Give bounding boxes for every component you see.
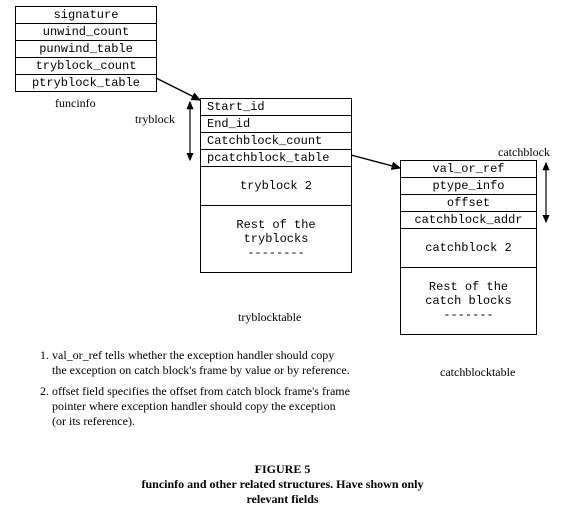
arrow-tryblock-to-catchblock bbox=[351, 155, 400, 168]
funcinfo-field: unwind_count bbox=[16, 24, 156, 41]
funcinfo-box: signature unwind_count punwind_table try… bbox=[15, 6, 157, 92]
tryblock-field: Catchblock_count bbox=[201, 133, 351, 150]
tryblock-field: End_id bbox=[201, 116, 351, 133]
tryblock-slot2: tryblock 2 bbox=[201, 167, 351, 206]
tryblock-field: Start_id bbox=[201, 99, 351, 116]
tryblocktable-label: tryblocktable bbox=[238, 310, 301, 325]
note-item: offset field specifies the offset from c… bbox=[52, 384, 350, 429]
tryblock-label: tryblock bbox=[135, 112, 175, 127]
tryblock-box: Start_id End_id Catchblock_count pcatchb… bbox=[200, 98, 352, 273]
tryblock-field: pcatchblock_table bbox=[201, 150, 351, 167]
note-item: val_or_ref tells whether the exception h… bbox=[52, 348, 350, 378]
catchblock-label: catchblock bbox=[498, 145, 550, 160]
funcinfo-field: tryblock_count bbox=[16, 58, 156, 75]
funcinfo-field: ptryblock_table bbox=[16, 75, 156, 91]
caption-title: FIGURE 5 bbox=[0, 462, 565, 477]
arrow-funcinfo-to-tryblock bbox=[156, 78, 200, 100]
funcinfo-label: funcinfo bbox=[55, 96, 96, 111]
catchblock-slot2: catchblock 2 bbox=[401, 229, 536, 268]
catchblock-field: catchblock_addr bbox=[401, 212, 536, 229]
catchblocktable-label: catchblocktable bbox=[440, 365, 515, 380]
funcinfo-field: signature bbox=[16, 7, 156, 24]
catchblock-rest: Rest of the catch blocks ------- bbox=[401, 268, 536, 334]
catchblock-box: val_or_ref ptype_info offset catchblock_… bbox=[400, 160, 537, 335]
funcinfo-field: punwind_table bbox=[16, 41, 156, 58]
caption-sub: funcinfo and other related structures. H… bbox=[133, 477, 433, 507]
catchblock-field: offset bbox=[401, 195, 536, 212]
catchblock-field: ptype_info bbox=[401, 178, 536, 195]
catchblock-field: val_or_ref bbox=[401, 161, 536, 178]
tryblock-rest: Rest of the tryblocks -------- bbox=[201, 206, 351, 272]
figure-caption: FIGURE 5 funcinfo and other related stru… bbox=[0, 462, 565, 507]
notes: val_or_ref tells whether the exception h… bbox=[30, 348, 350, 435]
